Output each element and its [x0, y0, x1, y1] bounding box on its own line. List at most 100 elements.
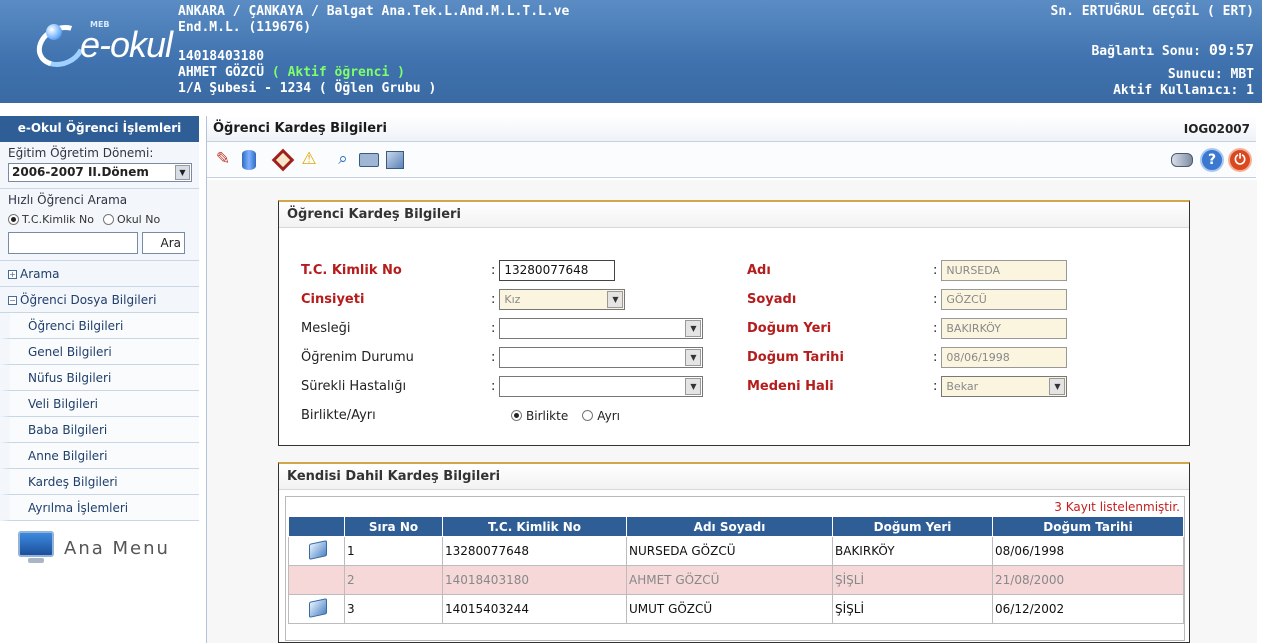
job-select[interactable]: ▼ — [499, 318, 704, 339]
marital-label: Medeni Hali — [747, 379, 834, 394]
record-count: 3 Kayıt listelenmiştir. — [1054, 500, 1180, 514]
school-name: ANKARA / ÇANKAYA / Balgat Ana.Tek.L.And.… — [178, 4, 570, 19]
sidebar-item-anne[interactable]: Anne Bilgileri — [0, 443, 199, 469]
sidebar-item-arama[interactable]: + Arama — [0, 261, 199, 287]
radio-together[interactable] — [511, 410, 522, 421]
monitor-icon — [18, 531, 54, 565]
birthdate-field: 08/06/1998 — [941, 347, 1068, 368]
sibling-form-panel: Öğrenci Kardeş Bilgileri T.C. Kimlik No … — [278, 200, 1190, 446]
school-code: End.M.L. (119676) — [178, 20, 312, 35]
sidebar-item-baba[interactable]: Baba Bilgileri — [0, 417, 199, 443]
together-row: Birlikte/Ayrı Birlikte Ayrı — [301, 408, 620, 423]
chevron-down-icon[interactable]: ▼ — [175, 165, 190, 180]
quick-search-label: Hızlı Öğrenci Arama — [8, 193, 128, 207]
marital-select[interactable]: Bekar ▼ — [941, 376, 1068, 397]
quick-search-box: Hızlı Öğrenci Arama T.C.Kimlik No Okul N… — [0, 189, 199, 261]
edit-icon[interactable]: ✎ — [211, 148, 235, 172]
sidebar-item-ogrenci[interactable]: Öğrenci Bilgileri — [0, 313, 199, 339]
warning-icon[interactable]: ⚠ — [297, 148, 321, 172]
cell-name: AHMET GÖZCÜ — [626, 565, 833, 595]
transfer-icon[interactable] — [383, 148, 407, 172]
chevron-down-icon: ▼ — [607, 291, 624, 308]
main-menu-label: Ana Menu — [64, 537, 170, 559]
surname-row: Soyadı : GÖZCÜ — [747, 289, 1068, 310]
edu-label: Öğrenim Durumu — [301, 350, 414, 365]
sidebar-item-ayrilma[interactable]: Ayrılma İşlemleri — [0, 495, 199, 521]
marital-row: Medeni Hali : Bekar ▼ — [747, 376, 1068, 397]
tc-label: T.C. Kimlik No — [301, 263, 402, 278]
radio-school-no[interactable] — [103, 214, 115, 225]
app-header: MEB e-okul ANKARA / ÇANKAYA / Balgat Ana… — [0, 0, 1262, 103]
student-class: 1/A Şubesi - 1234 ( Öğlen Grubu ) — [178, 81, 437, 96]
cell-tc: 13280077648 — [442, 536, 627, 566]
tc-input[interactable]: 13280077648 — [499, 260, 616, 281]
job-row: Mesleği : ▼ — [301, 318, 704, 339]
surname-field: GÖZCÜ — [941, 289, 1068, 310]
surname-label: Soyadı — [747, 292, 797, 307]
siblings-panel: Kendisi Dahil Kardeş Bilgileri 3 Kayıt l… — [278, 462, 1190, 643]
page-code: IOG02007 — [1183, 121, 1250, 136]
quick-search-input[interactable] — [8, 232, 138, 254]
main-menu-link[interactable]: Ana Menu — [0, 521, 199, 565]
col-tc: T.C. Kimlik No — [442, 516, 627, 537]
student-name-line: AHMET GÖZCÜ ( Aktif öğrenci ) — [178, 65, 405, 80]
chevron-down-icon: ▼ — [685, 349, 702, 366]
term-box: Eğitim Öğretim Dönemi: 2006-2007 II.Döne… — [0, 142, 199, 189]
term-select[interactable]: 2006-2007 II.Dönem ▼ — [8, 163, 192, 182]
edu-select[interactable]: ▼ — [499, 347, 704, 368]
chevron-down-icon: ▼ — [1049, 378, 1066, 395]
term-label: Eğitim Öğretim Dönemi: — [8, 146, 154, 160]
radio-tc-label: T.C.Kimlik No — [22, 213, 95, 226]
sidebar-item-genel[interactable]: Genel Bilgileri — [0, 339, 199, 365]
col-birthdate: Doğum Tarihi — [992, 516, 1184, 537]
gender-row: Cinsiyeti : Kız ▼ — [301, 289, 626, 310]
radio-tc[interactable] — [8, 214, 19, 225]
sidebar-item-veli[interactable]: Veli Bilgileri — [0, 391, 199, 417]
col-order: Sıra No — [344, 516, 443, 537]
expand-icon: + — [8, 270, 17, 279]
search-icon[interactable]: ⌕ — [331, 148, 355, 172]
cell-order: 1 — [344, 536, 443, 566]
cell-name: UMUT GÖZCÜ — [626, 594, 833, 624]
birthdate-row: Doğum Tarihi : 08/06/1998 — [747, 347, 1068, 368]
delete-icon[interactable] — [271, 148, 295, 172]
print-icon[interactable] — [357, 148, 381, 172]
exit-icon[interactable]: ⏻ — [1228, 147, 1252, 172]
gender-select[interactable]: Kız ▼ — [499, 289, 626, 310]
birthplace-field: BAKIRKÖY — [941, 318, 1068, 339]
job-label: Mesleği — [301, 321, 351, 336]
chevron-down-icon: ▼ — [685, 320, 702, 337]
illness-select[interactable]: ▼ — [499, 376, 704, 397]
table-row[interactable]: 3 14015403244 UMUT GÖZCÜ ŞİŞLİ 06/12/200… — [288, 594, 1184, 624]
save-icon[interactable] — [237, 148, 261, 172]
siblings-table: Sıra No T.C. Kimlik No Adı Soyadı Doğum … — [288, 516, 1184, 624]
col-select — [288, 516, 345, 537]
binoculars-icon[interactable] — [1170, 148, 1194, 172]
radio-apart[interactable] — [582, 410, 594, 421]
sidebar-item-kardes[interactable]: Kardeş Bilgileri — [0, 469, 199, 495]
name-field: NURSEDA — [941, 260, 1068, 281]
select-record-icon[interactable] — [308, 539, 327, 560]
sidebar: e-Okul Öğrenci İşlemleri Eğitim Öğretim … — [0, 116, 199, 643]
illness-label: Sürekli Hastalığı — [301, 379, 407, 394]
help-icon[interactable]: ? — [1200, 147, 1224, 172]
sidebar-title: e-Okul Öğrenci İşlemleri — [0, 116, 199, 142]
cell-tc: 14015403244 — [442, 594, 627, 624]
sidebar-item-nufus[interactable]: Nüfus Bilgileri — [0, 365, 199, 391]
illness-row: Sürekli Hastalığı : ▼ — [301, 376, 704, 397]
table-row[interactable]: 1 13280077648 NURSEDA GÖZCÜ BAKIRKÖY 08/… — [288, 536, 1184, 566]
select-record-icon[interactable] — [308, 597, 327, 618]
toolbar: ✎ ⚠ ⌕ ? ⏻ — [207, 142, 1256, 178]
form-panel-title: Öğrenci Kardeş Bilgileri — [279, 202, 1189, 228]
connection-time: 09:57 — [1208, 41, 1254, 59]
table-row-self: 2 14018403180 AHMET GÖZCÜ ŞİŞLİ 21/08/20… — [288, 565, 1184, 595]
page-title: Öğrenci Kardeş Bilgileri — [213, 121, 387, 136]
name-row: Adı : NURSEDA — [747, 260, 1068, 281]
edu-row: Öğrenim Durumu : ▼ — [301, 347, 704, 368]
sidebar-item-dosya[interactable]: − Öğrenci Dosya Bilgileri — [0, 287, 199, 313]
cell-order: 2 — [344, 565, 443, 595]
col-name: Adı Soyadı — [626, 516, 833, 537]
birthdate-label: Doğum Tarihi — [747, 350, 844, 365]
student-status: ( Aktif öğrenci ) — [271, 65, 405, 80]
search-button[interactable]: Ara — [142, 232, 185, 254]
